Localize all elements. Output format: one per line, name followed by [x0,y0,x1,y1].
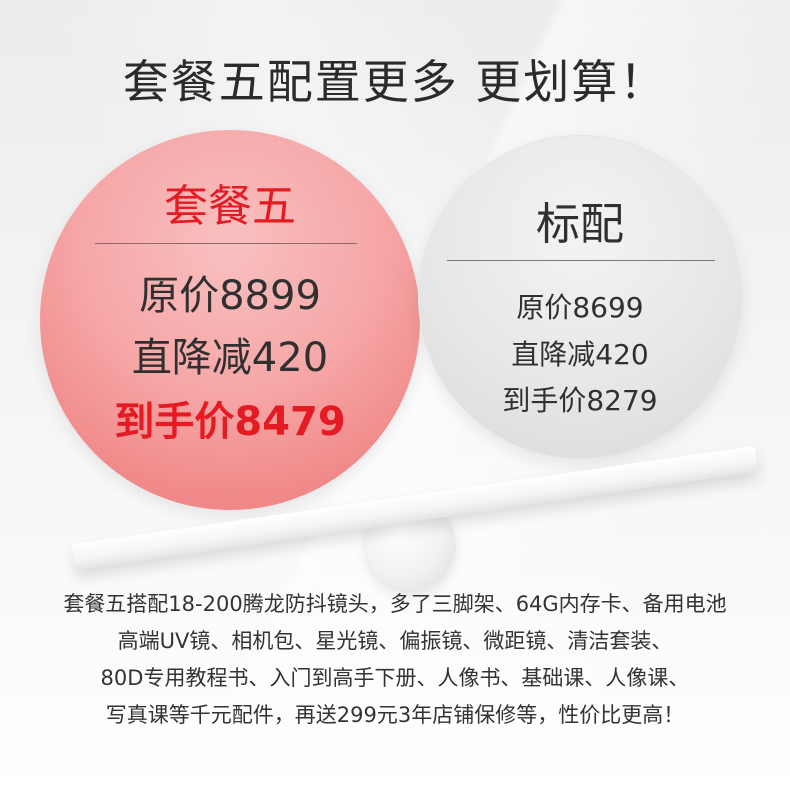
package-final-price: 到手价8479 [114,399,346,445]
description-line: 80D专用教程书、入门到高手下册、人像书、基础课、人像课、 [100,666,690,690]
package-five-circle: 套餐五 原价8899 直降减420 到手价8479 [40,130,420,510]
standard-circle: 标配 原价8699 直降减420 到手价8279 [418,135,742,459]
standard-final-price: 到手价8279 [502,384,658,417]
standard-discount: 直降减420 [511,338,649,371]
accessories-description: 套餐五搭配18-200腾龙防抖镜头，多了三脚架、64G内存卡、备用电池 高端UV… [10,586,780,734]
description-line: 高端UV镜、相机包、星光镜、偏振镜、微距镜、清洁套装、 [117,629,673,653]
headline: 套餐五配置更多 更划算！ [122,55,668,109]
package-discount: 直降减420 [131,335,329,381]
description-line: 套餐五搭配18-200腾龙防抖镜头，多了三脚架、64G内存卡、备用电池 [63,592,727,616]
package-title: 套餐五 [164,181,296,232]
description-line: 写真课等千元配件，再送299元3年店铺保修等，性价比更高！ [105,703,685,727]
standard-title: 标配 [536,199,624,250]
standard-original-price: 原价8699 [516,291,644,324]
package-original-price: 原价8899 [139,273,321,319]
package-divider [95,243,357,244]
standard-divider [447,260,715,261]
